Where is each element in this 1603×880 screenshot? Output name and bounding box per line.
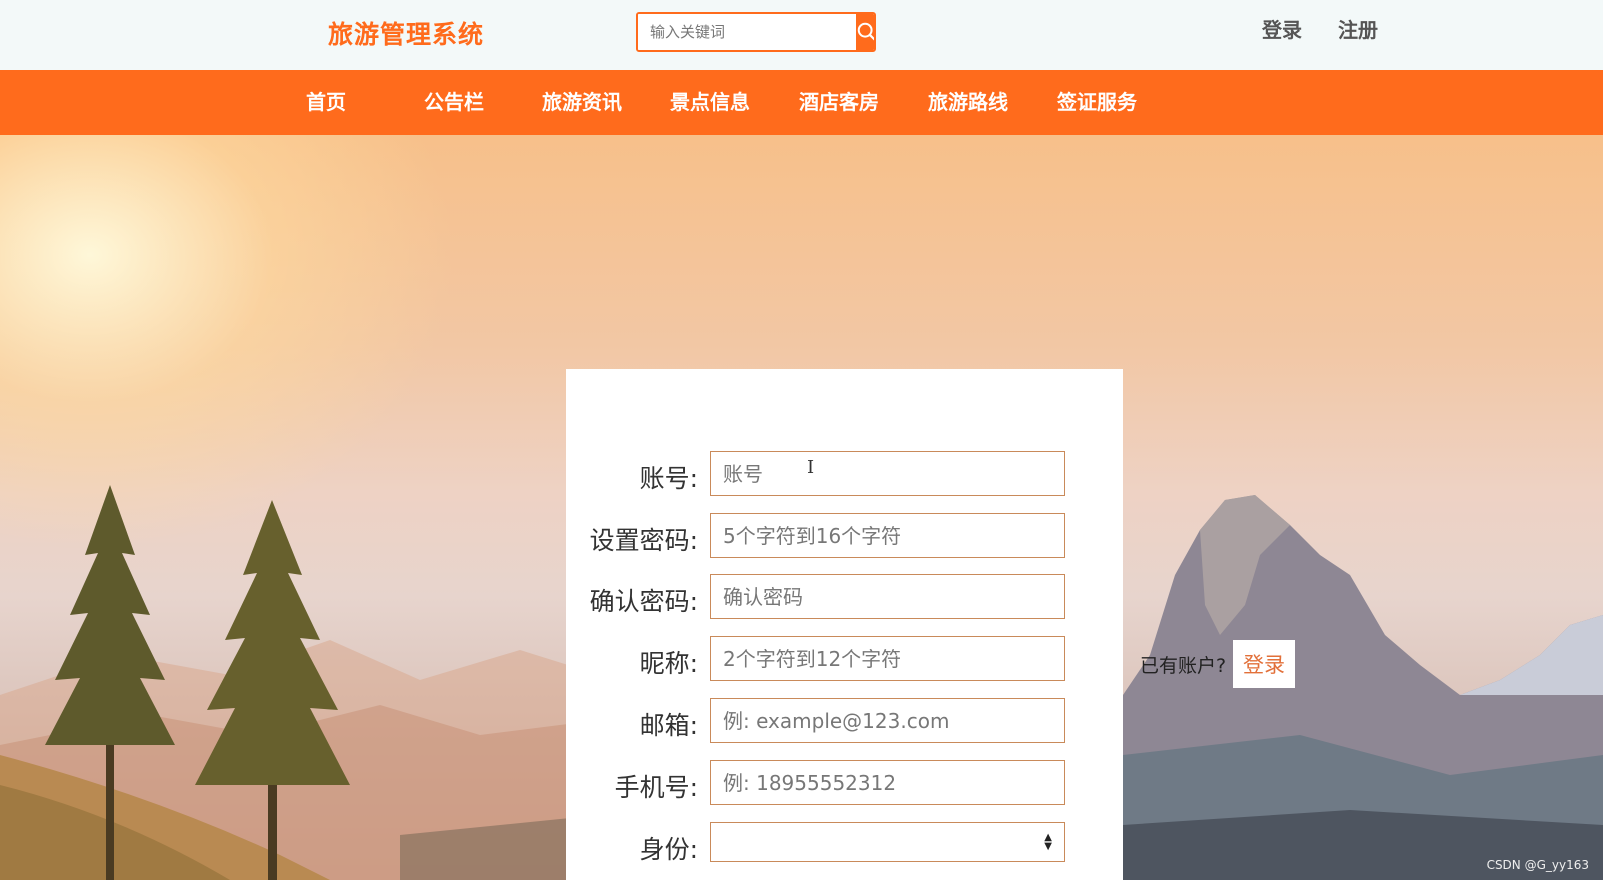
search-icon <box>857 22 874 41</box>
nav-item-notice[interactable]: 公告栏 <box>424 70 484 135</box>
password-label: 设置密码: <box>589 526 698 555</box>
identity-row: 身份: ▲ ▼ <box>566 822 1123 868</box>
register-card: 账号: 设置密码: 确认密码: 昵称: 邮箱: 手机号: 身份: ▲▼ <box>566 369 1123 880</box>
nav-item-travel-news[interactable]: 旅游资讯 <box>542 70 622 135</box>
nickname-row: 昵称: <box>566 636 1123 682</box>
nav-item-attractions[interactable]: 景点信息 <box>670 70 750 135</box>
main-nav: 首页 公告栏 旅游资讯 景点信息 酒店客房 旅游路线 签证服务 <box>0 70 1603 135</box>
text-cursor-icon: I <box>807 457 815 478</box>
watermark: CSDN @G_yy163 <box>1486 858 1589 872</box>
phone-input[interactable] <box>710 760 1065 805</box>
confirm-password-row: 确认密码: <box>566 574 1123 620</box>
nickname-label: 昵称: <box>639 649 698 678</box>
identity-select[interactable]: ▲ ▼ <box>710 822 1065 862</box>
nickname-input[interactable] <box>710 636 1065 681</box>
search-box <box>636 12 876 52</box>
email-row: 邮箱: <box>566 698 1123 744</box>
header-register-link[interactable]: 注册 <box>1338 14 1378 43</box>
phone-label: 手机号: <box>614 773 698 802</box>
identity-label: 身份: <box>639 835 698 864</box>
nav-item-home[interactable]: 首页 <box>306 70 346 135</box>
password-row: 设置密码: <box>566 513 1123 559</box>
phone-row: 手机号: <box>566 760 1123 806</box>
confirm-password-label: 确认密码: <box>589 587 698 616</box>
header-login-link[interactable]: 登录 <box>1262 14 1302 43</box>
auth-links: 登录 注册 <box>1262 14 1378 43</box>
account-label: 账号: <box>639 464 698 493</box>
top-header: 旅游管理系统 登录 注册 <box>0 0 1603 70</box>
password-input[interactable] <box>710 513 1065 558</box>
nav-item-visa[interactable]: 签证服务 <box>1057 70 1137 135</box>
search-button[interactable] <box>856 14 874 50</box>
email-input[interactable] <box>710 698 1065 743</box>
confirm-password-input[interactable] <box>710 574 1065 619</box>
nav-item-hotel-rooms[interactable]: 酒店客房 <box>799 70 879 135</box>
nav-item-routes[interactable]: 旅游路线 <box>928 70 1008 135</box>
account-row: 账号: <box>566 451 1123 497</box>
login-button[interactable]: 登录 <box>1233 640 1295 688</box>
select-arrows-icon: ▲ ▼ <box>1044 832 1052 852</box>
have-account-text: 已有账户? <box>1140 655 1227 677</box>
search-input[interactable] <box>638 14 856 50</box>
account-input[interactable] <box>710 451 1065 496</box>
site-brand[interactable]: 旅游管理系统 <box>328 15 484 51</box>
email-label: 邮箱: <box>639 711 698 740</box>
